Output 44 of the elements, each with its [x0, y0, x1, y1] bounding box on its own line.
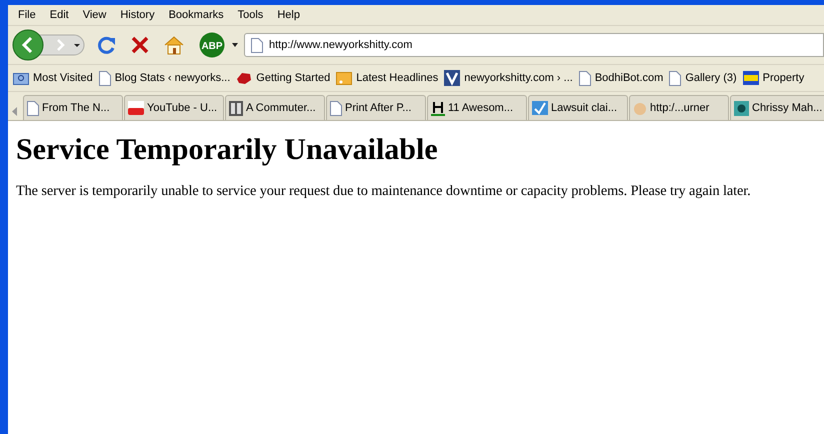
home-icon[interactable] [163, 35, 185, 55]
stop-icon[interactable] [131, 36, 149, 54]
bookmark-item[interactable]: Blog Stats ‹ newyorks... [96, 70, 234, 86]
youtube-icon [128, 101, 144, 115]
page-icon [578, 70, 591, 86]
bookmark-item[interactable]: Property [740, 71, 808, 85]
page-icon [27, 100, 39, 116]
browser-tab[interactable]: http:/...urner [629, 95, 729, 120]
menu-item[interactable]: Help [270, 9, 307, 21]
bookmark-item[interactable]: Latest Headlines [333, 71, 442, 85]
menu-item[interactable]: History [113, 9, 162, 21]
page-icon [98, 70, 111, 86]
browser-tab[interactable]: From The N... [23, 95, 123, 120]
checkmark-logo-icon [532, 101, 548, 115]
browser-tab[interactable]: A Commuter... [225, 95, 325, 120]
browser-tab[interactable]: Lawsuit clai... [528, 95, 628, 120]
folder-search-icon [13, 71, 29, 85]
browser-tab[interactable]: Print After P... [326, 95, 426, 120]
bookmark-item[interactable]: Most Visited [10, 71, 96, 85]
reload-icon[interactable] [97, 35, 117, 55]
bookmark-item[interactable]: newyorkshitty.com › ... [441, 70, 576, 86]
bookmark-item[interactable]: Gallery (3) [666, 70, 740, 86]
bookmark-item[interactable]: BodhiBot.com [576, 70, 666, 86]
v-letter-icon [444, 70, 460, 86]
page-icon [330, 100, 342, 116]
address-field[interactable]: http://www.newyorkshitty.com [244, 33, 824, 57]
menu-item[interactable]: Edit [42, 9, 76, 21]
page-icon [669, 70, 682, 86]
h-letter-icon [431, 100, 445, 116]
feed-folder-icon [336, 71, 352, 85]
browser-tab[interactable]: YouTube - U... [124, 95, 224, 120]
menu-item[interactable]: Bookmarks [162, 9, 231, 21]
page-icon [251, 38, 263, 52]
dropdown-caret-icon[interactable] [232, 43, 238, 47]
error-message: The server is temporarily unable to service your request due to maintenance downtime or capacity problems. Please try again later. [16, 183, 752, 200]
bookmark-item[interactable]: Getting Started [233, 71, 334, 85]
browser-tab[interactable]: 11 Awesom... [427, 95, 527, 120]
browser-tab[interactable]: Chrissy Mah... [730, 95, 824, 120]
menu-item[interactable]: Tools [230, 9, 270, 21]
menu-item[interactable]: File [11, 9, 43, 21]
pattern-icon [734, 100, 749, 116]
page-heading: Service Temporarily Unavailable [16, 133, 439, 167]
menu-item[interactable]: View [76, 9, 114, 21]
abp-icon[interactable]: ABP [199, 32, 225, 58]
